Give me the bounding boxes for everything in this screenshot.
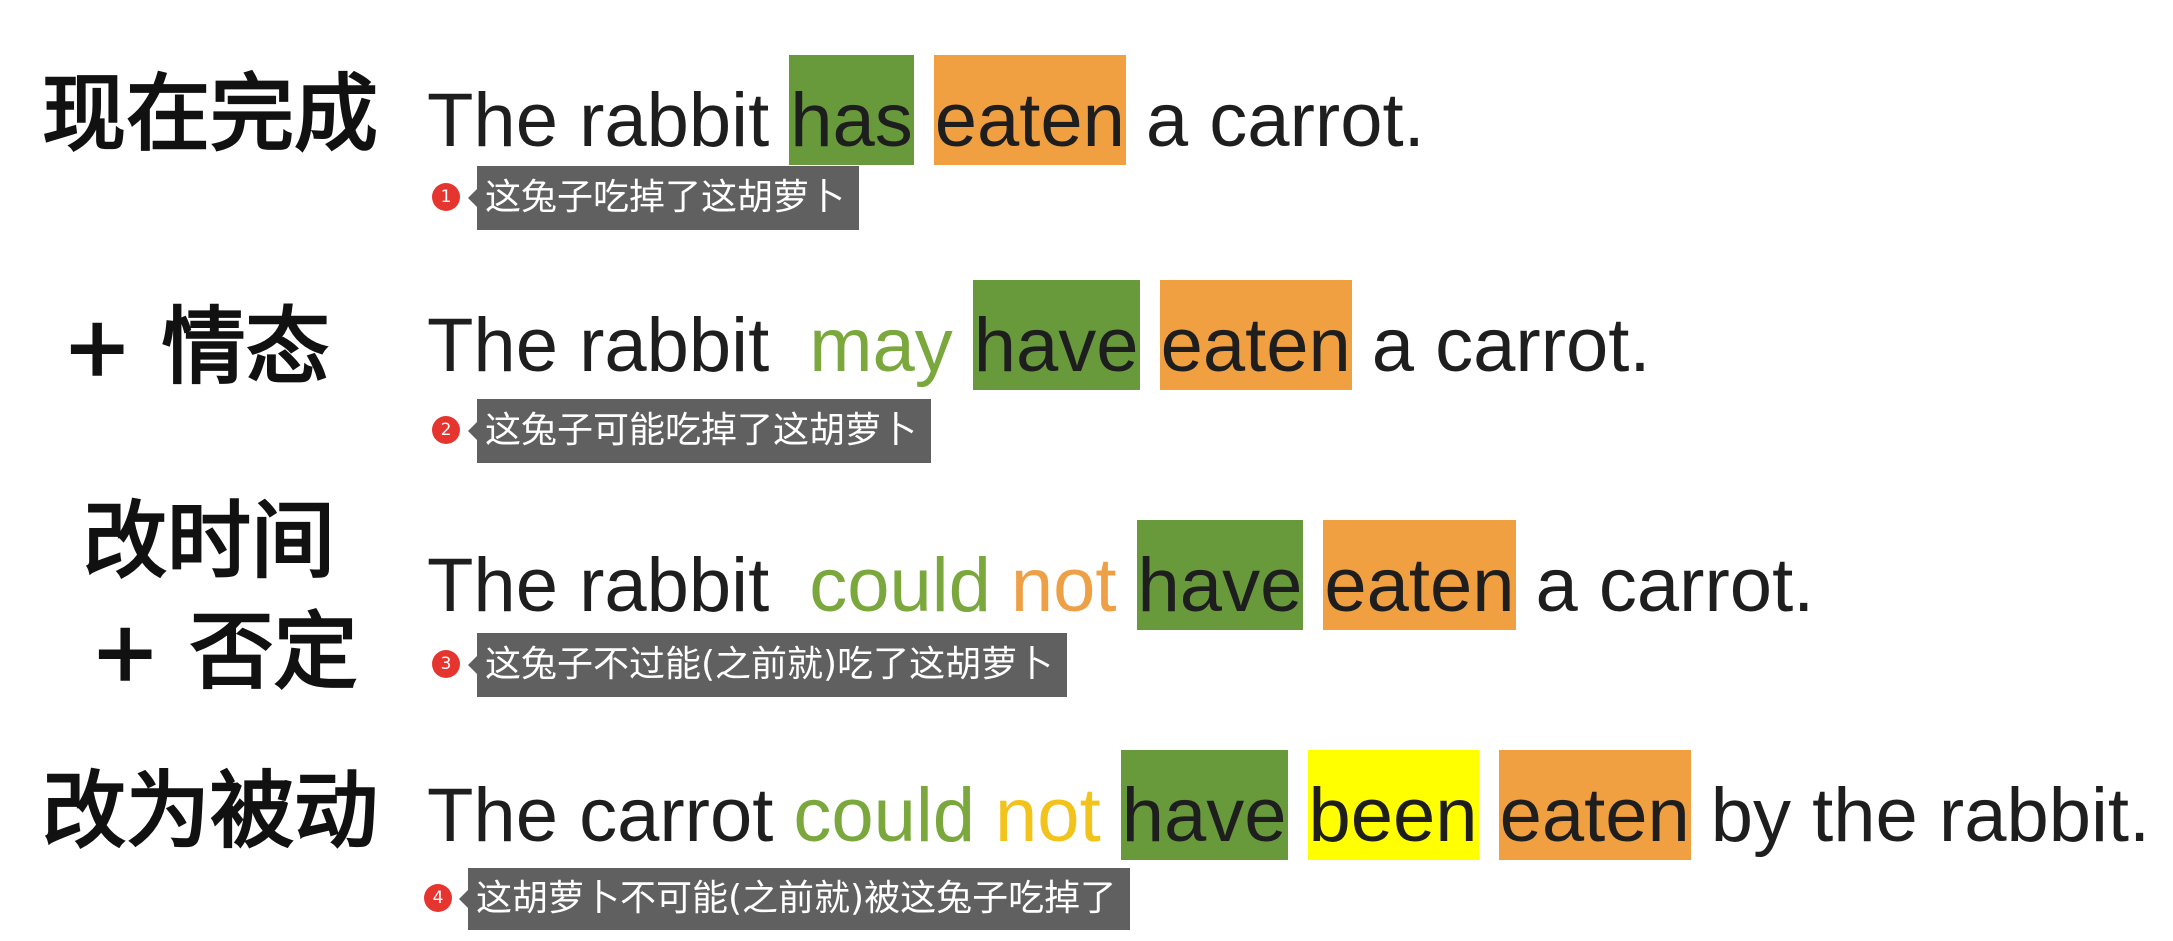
word-eaten: eaten xyxy=(933,55,1126,165)
sentence-row-2: The rabbit may have eaten a carrot. xyxy=(427,280,1651,390)
row-label-present-perfect: 现在完成 xyxy=(42,64,379,163)
word-eaten: eaten xyxy=(1323,520,1516,630)
number-badge-2: 2 xyxy=(432,416,460,444)
word-a-carrot: a carrot. xyxy=(1145,78,1425,163)
translation-note-4: 这胡萝卜不可能(之前就)被这兔子吃掉了 xyxy=(458,868,1131,930)
word-a-carrot: a carrot. xyxy=(1535,543,1815,628)
translation-note-2: 这兔子可能吃掉了这胡萝卜 xyxy=(467,399,932,463)
number-badge-1: 1 xyxy=(432,183,460,211)
tense-slide: 现在完成 The rabbit has eaten a carrot. 1 这兔… xyxy=(0,0,2173,941)
word-a-carrot: a carrot. xyxy=(1371,303,1651,388)
word-been: been xyxy=(1307,750,1479,860)
word-could: could xyxy=(793,773,976,858)
word-eaten: eaten xyxy=(1159,280,1352,390)
word-has: has xyxy=(789,55,914,165)
row-label-negation: + 否定 xyxy=(90,602,358,701)
row-label-modal: + 情态 xyxy=(62,297,330,396)
sentence-row-4: The carrot could not have been eaten by … xyxy=(427,750,2150,860)
word-by-the-rabbit: by the rabbit. xyxy=(1710,773,2151,858)
word-may: may xyxy=(809,303,953,388)
word-have: have xyxy=(1136,520,1304,630)
translation-note-1: 这兔子吃掉了这胡萝卜 xyxy=(467,166,860,230)
word-the-carrot: The carrot xyxy=(427,773,774,858)
number-badge-4: 4 xyxy=(424,884,452,912)
row-label-passive: 改为被动 xyxy=(42,761,379,860)
word-have: have xyxy=(1120,750,1288,860)
number-badge-3: 3 xyxy=(432,650,460,678)
word-have: have xyxy=(972,280,1140,390)
sentence-row-1: The rabbit has eaten a carrot. xyxy=(427,55,1425,165)
word-the-rabbit: The rabbit xyxy=(427,543,770,628)
word-could: could xyxy=(809,543,991,628)
translation-note-3: 这兔子不过能(之前就)吃了这胡萝卜 xyxy=(467,633,1068,697)
word-not: not xyxy=(1010,543,1117,628)
word-not: not xyxy=(995,773,1101,858)
word-the-rabbit: The rabbit xyxy=(427,303,770,388)
word-the-rabbit: The rabbit xyxy=(427,78,770,163)
sentence-row-3: The rabbit could not have eaten a carrot… xyxy=(427,520,1814,630)
row-label-change-time: 改时间 xyxy=(83,491,336,590)
word-eaten: eaten xyxy=(1498,750,1691,860)
